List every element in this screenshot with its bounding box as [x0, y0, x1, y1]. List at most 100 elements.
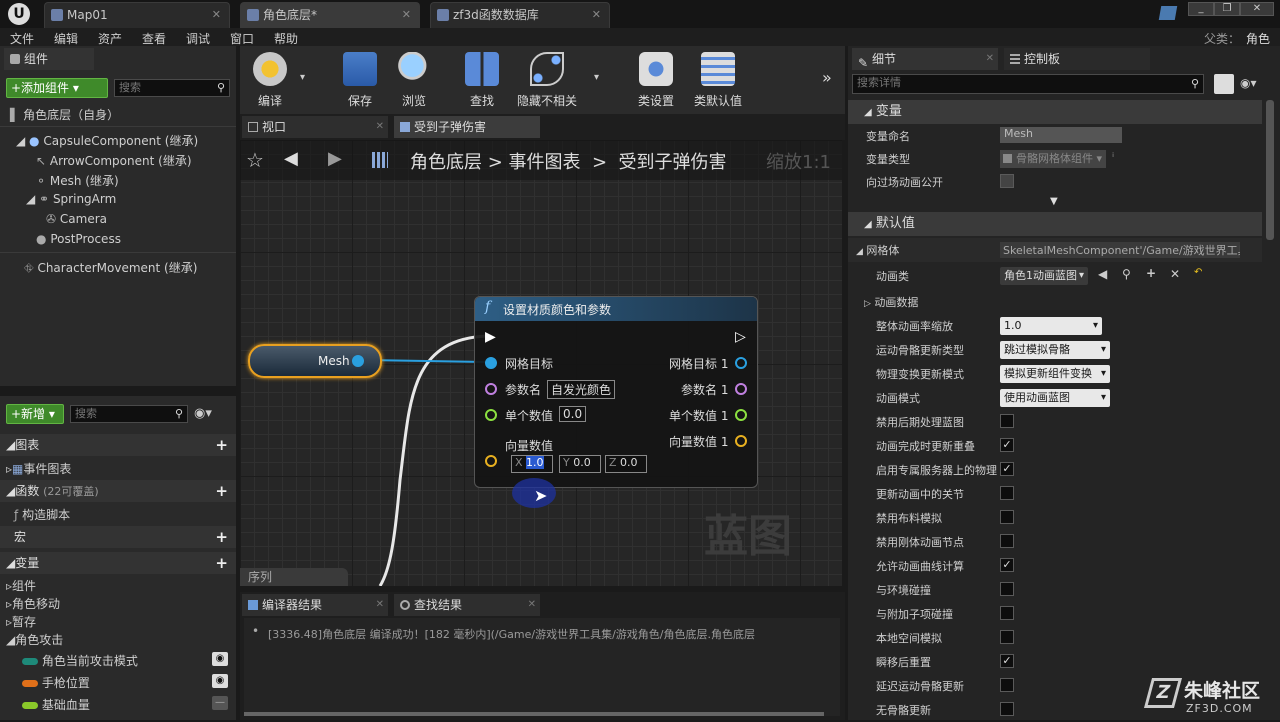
vector-output-pin[interactable] — [735, 435, 747, 447]
close-icon[interactable]: ✕ — [376, 116, 384, 138]
menu-asset[interactable]: 资产 — [98, 30, 122, 47]
close-icon[interactable]: ✕ — [376, 594, 384, 616]
tab-bullet-damage[interactable]: 受到子弹伤害 — [394, 116, 540, 138]
var-group-attack[interactable]: ◢角色攻击 — [6, 631, 63, 648]
eye-icon[interactable]: ◉ — [212, 652, 228, 666]
property-checkbox[interactable]: ✓ — [1000, 654, 1014, 668]
component-root[interactable]: ▌ 角色底层（自身） — [10, 106, 119, 123]
close-icon[interactable]: ✕ — [986, 48, 994, 70]
tab-palette[interactable]: 控制板 — [1004, 48, 1150, 70]
construction-script-item[interactable]: ƒ 构造脚本 — [14, 506, 70, 523]
unreal-logo-icon[interactable]: U — [8, 3, 30, 25]
close-icon[interactable]: ✕ — [402, 3, 411, 27]
component-postprocess[interactable]: ● PostProcess — [36, 232, 121, 246]
anim-class-dropdown[interactable]: 角色1动画蓝图 — [1000, 267, 1088, 285]
hide-options-arrow[interactable]: ▾ — [594, 72, 599, 83]
browse-magnifier-icon[interactable]: ⚲ — [1122, 267, 1131, 281]
add-component-button[interactable]: +添加组件 ▾ — [6, 78, 108, 98]
property-dropdown[interactable]: 模拟更新组件变换 — [1000, 365, 1110, 383]
compile-button[interactable]: 编译 — [240, 50, 300, 109]
tab-find-results[interactable]: 查找结果 ✕ — [394, 594, 540, 616]
menu-window[interactable]: 窗口 — [230, 30, 254, 47]
add-macro-icon[interactable]: + — [215, 526, 228, 548]
tab-compiler-results[interactable]: 编译器结果 ✕ — [242, 594, 388, 616]
property-number-field[interactable]: 1.0 — [1000, 317, 1102, 335]
param-name-output-pin[interactable] — [735, 383, 747, 395]
components-tab[interactable]: 组件 — [4, 48, 94, 70]
reset-default-icon[interactable]: ↶ — [1194, 267, 1202, 278]
component-capsule[interactable]: ◢ ● CapsuleComponent (继承) — [16, 132, 198, 149]
visibility-eye-icon[interactable]: ◉▾ — [194, 406, 212, 421]
scalar-output-pin[interactable] — [735, 409, 747, 421]
menu-file[interactable]: 文件 — [10, 30, 34, 47]
search-icon[interactable]: ⚲ — [217, 80, 225, 96]
mesh-path-field[interactable]: SkeletalMeshComponent'/Game/游戏世界工具 — [1000, 242, 1240, 258]
variable-item[interactable]: 角色当前攻击模式 ◉ — [22, 652, 232, 669]
clear-x-icon[interactable]: ✕ — [1170, 267, 1180, 281]
browse-button[interactable]: 浏览 — [384, 50, 444, 109]
property-checkbox[interactable]: ✓ — [1000, 438, 1014, 452]
compile-log-line[interactable]: [3336.48]角色底层 编译成功！[182 毫秒内](/Game/游戏世界工… — [268, 626, 838, 642]
property-checkbox[interactable] — [1000, 678, 1014, 692]
close-window-button[interactable]: ✕ — [1240, 2, 1274, 16]
compile-options-arrow[interactable]: ▾ — [300, 72, 305, 83]
exec-input-pin[interactable]: ▶ — [485, 329, 496, 345]
scalar-input-pin[interactable] — [485, 409, 497, 421]
property-checkbox[interactable]: ✓ — [1000, 462, 1014, 476]
class-settings-button[interactable]: 类设置 — [626, 50, 686, 109]
find-button[interactable]: 查找 — [452, 50, 512, 109]
var-type-dropdown[interactable]: 骨骼网格体组件 ▾ — [1000, 150, 1106, 168]
add-new-button[interactable]: +新增 ▾ — [6, 404, 64, 424]
use-selected-arrow-icon[interactable]: ◀ — [1098, 267, 1107, 281]
target-output-pin[interactable] — [735, 357, 747, 369]
menu-view[interactable]: 查看 — [142, 30, 166, 47]
menu-help[interactable]: 帮助 — [274, 30, 298, 47]
menu-debug[interactable]: 调试 — [186, 30, 210, 47]
variable-item[interactable]: 基础血量 — — [22, 696, 232, 713]
section-default-value[interactable]: ◢ 默认值 — [848, 212, 1262, 236]
expose-checkbox[interactable] — [1000, 174, 1014, 188]
search-icon[interactable]: ⚲ — [175, 406, 183, 422]
var-group-components[interactable]: ▹组件 — [6, 577, 36, 594]
log-scrollbar[interactable] — [244, 712, 824, 716]
add-function-icon[interactable]: + — [215, 480, 228, 502]
set-material-function-node[interactable]: f 设置材质颜色和参数 ▶ ▷ 网格目标 参数名 自发光颜色 单个数值 0.0 … — [474, 296, 758, 488]
close-icon[interactable]: ✕ — [592, 3, 601, 27]
mybp-search-input[interactable]: 搜索 ⚲ — [70, 405, 188, 423]
section-graphs[interactable]: ◢图表 + — [0, 434, 236, 456]
vector-input-pin[interactable] — [485, 455, 497, 467]
scalar-field[interactable]: 0.0 — [559, 406, 587, 422]
var-group-movement[interactable]: ▹角色移动 — [6, 595, 60, 612]
components-search-input[interactable]: 搜索 ⚲ — [114, 79, 230, 97]
property-dropdown[interactable]: 跳过模拟骨骼 — [1000, 341, 1110, 359]
target-input-pin[interactable] — [485, 357, 497, 369]
new-asset-plus-icon[interactable]: + — [1146, 266, 1156, 280]
minimize-button[interactable]: _ — [1188, 2, 1214, 16]
exec-output-pin[interactable]: ▷ — [735, 329, 746, 345]
param-name-input-pin[interactable] — [485, 383, 497, 395]
component-mesh[interactable]: ⚬ Mesh (继承) — [36, 172, 119, 189]
component-springarm[interactable]: ◢ ⚭ SpringArm — [26, 192, 116, 206]
variable-item[interactable]: 手枪位置 ◉ — [22, 674, 232, 691]
section-macros[interactable]: 宏 + — [0, 526, 236, 548]
visibility-eye-icon[interactable]: ◉▾ — [1240, 76, 1257, 90]
add-graph-icon[interactable]: + — [215, 434, 228, 456]
property-checkbox[interactable] — [1000, 702, 1014, 716]
component-camera[interactable]: ✇ Camera — [46, 212, 107, 226]
property-checkbox[interactable]: ✓ — [1000, 558, 1014, 572]
parent-class-value[interactable]: 角色 — [1246, 30, 1270, 47]
hide-unrelated-button[interactable]: 隐藏不相关 — [512, 50, 582, 109]
property-checkbox[interactable] — [1000, 630, 1014, 644]
tab-map01[interactable]: Map01 ✕ — [44, 2, 230, 28]
property-checkbox[interactable] — [1000, 534, 1014, 548]
mesh-output-pin[interactable] — [352, 355, 364, 367]
mesh-variable-node[interactable]: Mesh — [248, 344, 382, 378]
details-scrollbar[interactable] — [1266, 100, 1274, 240]
tab-details[interactable]: ✎ 细节 ✕ — [852, 48, 998, 70]
vector-y-field[interactable]: Y 0.0 — [559, 455, 601, 473]
search-icon[interactable]: ⚲ — [1191, 76, 1199, 92]
sequence-node-partial[interactable]: 序列 — [240, 568, 348, 586]
menu-edit[interactable]: 编辑 — [54, 30, 78, 47]
property-matrix-icon[interactable] — [1214, 74, 1234, 94]
details-search-input[interactable]: 搜索详情 ⚲ — [852, 74, 1204, 94]
